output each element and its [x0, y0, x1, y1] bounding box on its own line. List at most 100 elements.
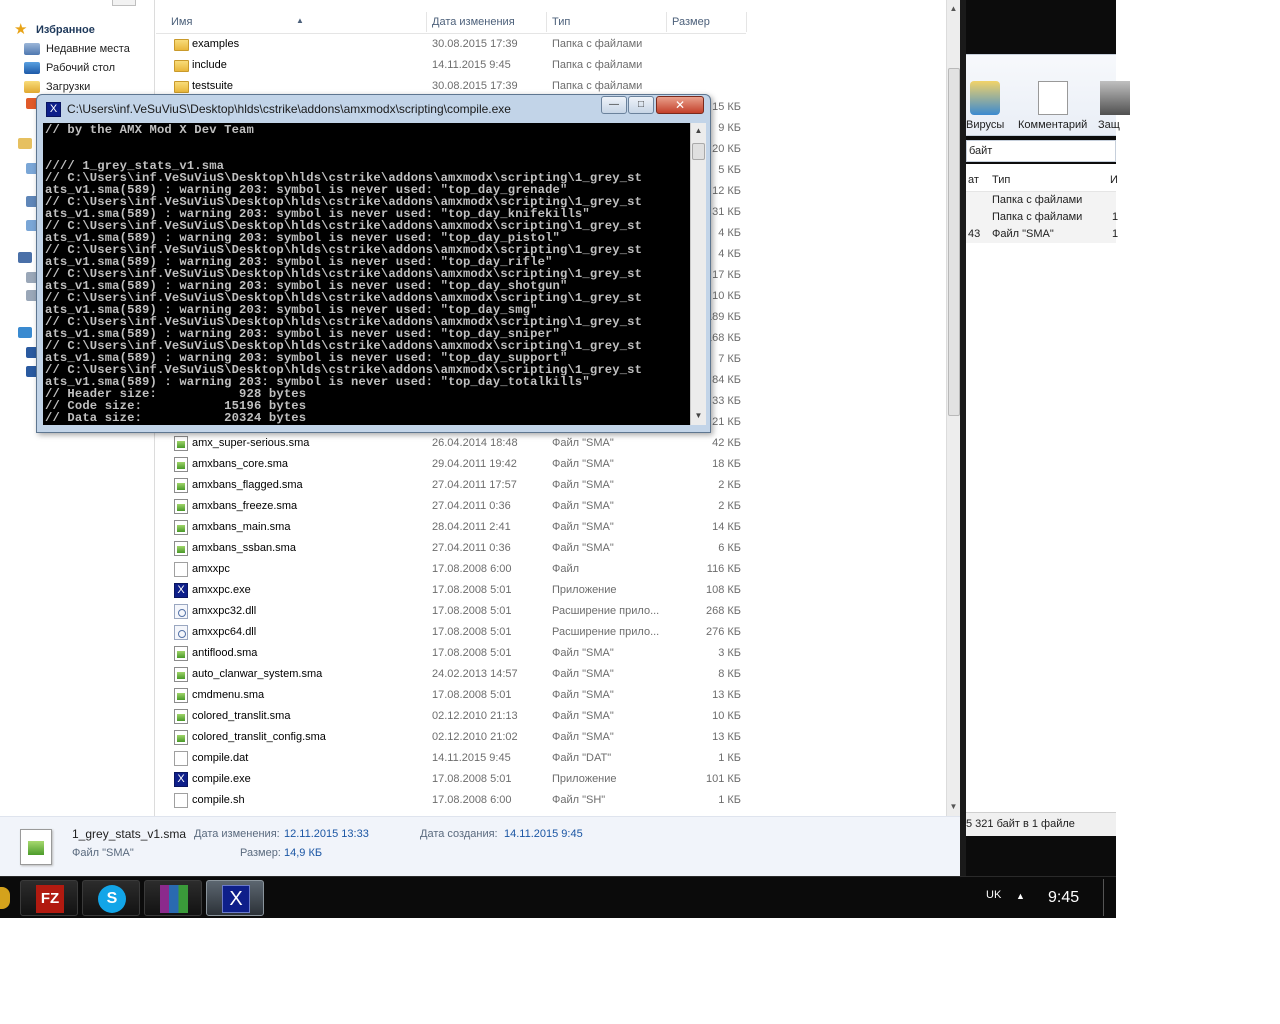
file-type: Файл "SMA" — [552, 479, 614, 491]
taskbar-app-compile[interactable]: X — [206, 880, 264, 916]
file-type: Файл "SMA" — [552, 689, 614, 701]
background-window: Вирусы Комментарий Защ байт ат Тип И 5 3… — [966, 0, 1130, 876]
file-type: Файл "SMA" — [552, 542, 614, 554]
archive-row[interactable]: Папка с файлами 1 — [966, 209, 1119, 226]
file-type: Файл "DAT" — [552, 752, 612, 764]
archive-cell: 1 — [1112, 211, 1119, 223]
column-separator[interactable] — [666, 12, 667, 32]
file-row[interactable]: amxbans_flagged.sma 27.04.2011 17:57 Файл … — [156, 475, 756, 496]
file-row[interactable]: antiflood.sma 17.08.2008 5:01 Файл "SMA" 3 … — [156, 643, 756, 664]
skype-icon: S — [98, 885, 126, 913]
file-row[interactable]: auto_clanwar_system.sma 24.02.2013 14:57 Ф… — [156, 664, 756, 685]
file-name: compile.dat — [192, 752, 249, 764]
column-extra[interactable]: И — [1110, 174, 1118, 186]
console-scrollbar[interactable]: ▲ ▼ — [690, 123, 706, 425]
scroll-down-arrow-icon[interactable]: ▼ — [947, 800, 960, 814]
file-size: 6 КБ — [718, 542, 741, 554]
scrollbar-thumb[interactable] — [692, 143, 705, 160]
file-date: 28.04.2011 2:41 — [432, 521, 511, 533]
file-row[interactable]: colored_translit.sma 02.12.2010 21:13 Файл… — [156, 706, 756, 727]
file-row[interactable]: cmdmenu.sma 17.08.2008 5:01 Файл "SMA" 13 К… — [156, 685, 756, 706]
file-name: compile.sh — [192, 794, 245, 806]
file-name: examples — [192, 38, 240, 50]
file-row[interactable]: amxbans_freeze.sma 27.04.2011 0:36 Файл "S… — [156, 496, 756, 517]
console-window[interactable]: X C:\Users\inf.VeSuViuS\Desktop\hlds\cst… — [36, 94, 711, 433]
folder-icon — [174, 60, 189, 72]
maximize-button[interactable]: □ — [628, 96, 654, 114]
details-modified-value[interactable]: 12.11.2015 13:33 — [284, 828, 369, 840]
address-field[interactable]: байт — [966, 140, 1116, 162]
file-name: colored_translit.sma — [192, 710, 291, 722]
file-type: Приложение — [552, 773, 617, 785]
viruses-button[interactable]: Вирусы — [966, 119, 1004, 131]
column-type[interactable]: Тип — [992, 174, 1010, 186]
column-date[interactable]: ат — [968, 174, 979, 186]
file-row[interactable]: amxxpc32.dll 17.08.2008 5:01 Расширение пр… — [156, 601, 756, 622]
taskbar-app-skype[interactable]: S — [82, 880, 140, 916]
clock[interactable]: 9:45 — [1048, 889, 1079, 907]
column-type[interactable]: Тип — [552, 16, 570, 28]
close-button[interactable]: ✕ — [656, 96, 704, 114]
scroll-up-arrow-icon[interactable]: ▲ — [691, 123, 706, 139]
archive-cell: 43 — [968, 228, 981, 240]
column-separator[interactable] — [746, 12, 747, 32]
column-name[interactable]: Имя — [171, 16, 192, 28]
taskbar-app-winrar[interactable] — [144, 880, 202, 916]
file-row[interactable]: amxbans_main.sma 28.04.2011 2:41 Файл "SMA… — [156, 517, 756, 538]
folder-icon — [174, 81, 189, 93]
file-type: Файл "SMA" — [552, 668, 614, 680]
file-type: Приложение — [552, 584, 617, 596]
scrollbar-thumb[interactable] — [948, 68, 960, 416]
column-separator[interactable] — [426, 12, 427, 32]
file-row[interactable]: include 14.11.2015 9:45 Папка с файлами — [156, 55, 756, 76]
file-type: Расширение прило... — [552, 605, 660, 617]
comment-icon[interactable] — [1038, 81, 1068, 115]
taskbar-app-filezilla[interactable]: FZ — [20, 880, 78, 916]
file-date: 17.08.2008 5:01 — [432, 584, 512, 596]
file-date: 27.04.2011 17:57 — [432, 479, 517, 491]
file-row[interactable]: Xcompile.exe 17.08.2008 5:01 Приложение 101… — [156, 769, 756, 790]
file-row[interactable]: amx_super-serious.sma 26.04.2014 18:48 Фай… — [156, 433, 756, 454]
column-separator[interactable] — [546, 12, 547, 32]
archive-type: Файл "SMA" — [992, 228, 1054, 240]
file-date: 02.12.2010 21:02 — [432, 731, 518, 743]
scroll-up-arrow-icon[interactable]: ▲ — [947, 2, 960, 16]
start-button[interactable] — [0, 887, 10, 909]
file-row[interactable]: colored_translit_config.sma 02.12.2010 21… — [156, 727, 756, 748]
computer-icon[interactable] — [18, 252, 32, 263]
network-icon[interactable] — [18, 327, 32, 338]
details-created-value[interactable]: 14.11.2015 9:45 — [504, 828, 583, 840]
archive-row[interactable]: Папка с файлами — [966, 192, 1116, 209]
file-date: 17.08.2008 5:01 — [432, 605, 512, 617]
protect-icon[interactable] — [1100, 81, 1130, 115]
language-indicator[interactable]: UK — [986, 889, 1001, 901]
scroll-down-arrow-icon[interactable]: ▼ — [691, 408, 706, 424]
show-desktop-button[interactable] — [1103, 879, 1116, 916]
column-size[interactable]: Размер — [672, 16, 710, 28]
file-row[interactable]: compile.dat 14.11.2015 9:45 Файл "DAT" 1 КБ — [156, 748, 756, 769]
file-row[interactable]: compile.sh 17.08.2008 6:00 Файл "SH" 1 КБ — [156, 790, 756, 811]
archive-row[interactable]: 43 Файл "SMA" 1 — [966, 226, 1118, 243]
file-row[interactable]: examples 30.08.2015 17:39 Папка с файлами — [156, 34, 756, 55]
file-row[interactable]: Xamxxpc.exe 17.08.2008 5:01 Приложение 108 … — [156, 580, 756, 601]
comment-button[interactable]: Комментарий — [1018, 119, 1087, 131]
column-date[interactable]: Дата изменения — [432, 16, 515, 28]
virus-scan-icon[interactable] — [970, 81, 1000, 115]
dll-icon — [174, 604, 188, 619]
file-row[interactable]: amxxpc64.dll 17.08.2008 5:01 Расширение пр… — [156, 622, 756, 643]
file-list-scrollbar[interactable]: ▲ ▼ — [946, 0, 960, 816]
console-output-area[interactable]: // by the AMX Mod X Dev Team //// 1_grey… — [43, 123, 690, 425]
file-type: Файл "SMA" — [552, 731, 614, 743]
file-row[interactable]: amxxpc 17.08.2008 6:00 Файл 116 КБ — [156, 559, 756, 580]
minimize-button[interactable]: — — [601, 96, 627, 114]
file-row[interactable]: amxbans_core.sma 29.04.2011 19:42 Файл "SM… — [156, 454, 756, 475]
window-edge-button[interactable] — [112, 0, 136, 6]
tray-expand-icon[interactable]: ▲ — [1016, 891, 1025, 901]
file-date: 24.02.2013 14:57 — [432, 668, 518, 680]
file-row[interactable]: amxbans_ssban.sma 27.04.2011 0:36 Файл "SM… — [156, 538, 756, 559]
file-name: colored_translit_config.sma — [192, 731, 326, 743]
downloads-icon — [24, 81, 40, 93]
file-size: 8 КБ — [718, 668, 741, 680]
libraries-icon[interactable] — [18, 138, 32, 149]
protect-button[interactable]: Защ — [1098, 119, 1120, 131]
